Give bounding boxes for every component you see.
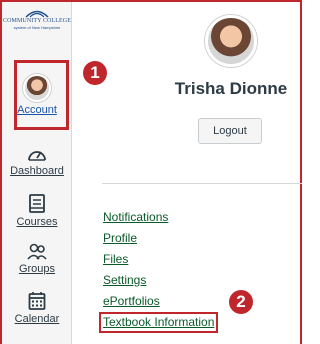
nav-item-courses[interactable]: Courses [2, 194, 72, 229]
nav-item-label: Courses [16, 216, 58, 228]
list-item: Notifications [103, 207, 218, 228]
list-item: Settings [103, 270, 218, 291]
divider [102, 183, 302, 184]
profile-name: Trisha Dionne [174, 79, 288, 98]
list-item: Textbook Information [99, 312, 219, 333]
settings-link[interactable]: Settings [103, 273, 146, 287]
speedometer-icon [28, 151, 46, 161]
group-icon [27, 243, 47, 260]
list-item: Profile [103, 228, 218, 249]
account-highlight-box [14, 60, 69, 130]
logo-name: COMMUNITY COLLEGE [3, 18, 71, 24]
logout-button[interactable]: Logout [198, 118, 262, 144]
eportfolios-link[interactable]: ePortfolios [103, 294, 160, 308]
profile-links: Notifications Profile Files Settings ePo… [99, 207, 219, 333]
nav-item-label: Dashboard [10, 165, 64, 177]
nav-item-dashboard[interactable]: Dashboard [2, 145, 72, 178]
callout-badge-2: 2 [229, 290, 253, 314]
profile-avatar [205, 15, 257, 67]
callout-badge-1: 1 [83, 61, 107, 85]
logo-mark-icon [25, 10, 49, 18]
logo-subtitle: system of New Hampshire [13, 25, 61, 30]
college-logo[interactable]: COMMUNITY COLLEGE system of New Hampshir… [2, 8, 72, 30]
list-item: Files [103, 249, 218, 270]
files-link[interactable]: Files [103, 252, 128, 266]
profile-link[interactable]: Profile [103, 231, 137, 245]
textbook-information-link[interactable]: Textbook Information [99, 312, 219, 333]
global-navigation: COMMUNITY COLLEGE system of New Hampshir… [2, 2, 72, 344]
notifications-link[interactable]: Notifications [103, 210, 168, 224]
nav-item-label: Calendar [14, 313, 60, 325]
book-icon [29, 194, 45, 213]
nav-item-calendar[interactable]: Calendar [2, 291, 72, 326]
calendar-icon [28, 292, 46, 310]
list-item: ePortfolios [103, 291, 218, 312]
nav-item-groups[interactable]: Groups [2, 243, 72, 276]
nav-item-label: Groups [18, 263, 56, 275]
